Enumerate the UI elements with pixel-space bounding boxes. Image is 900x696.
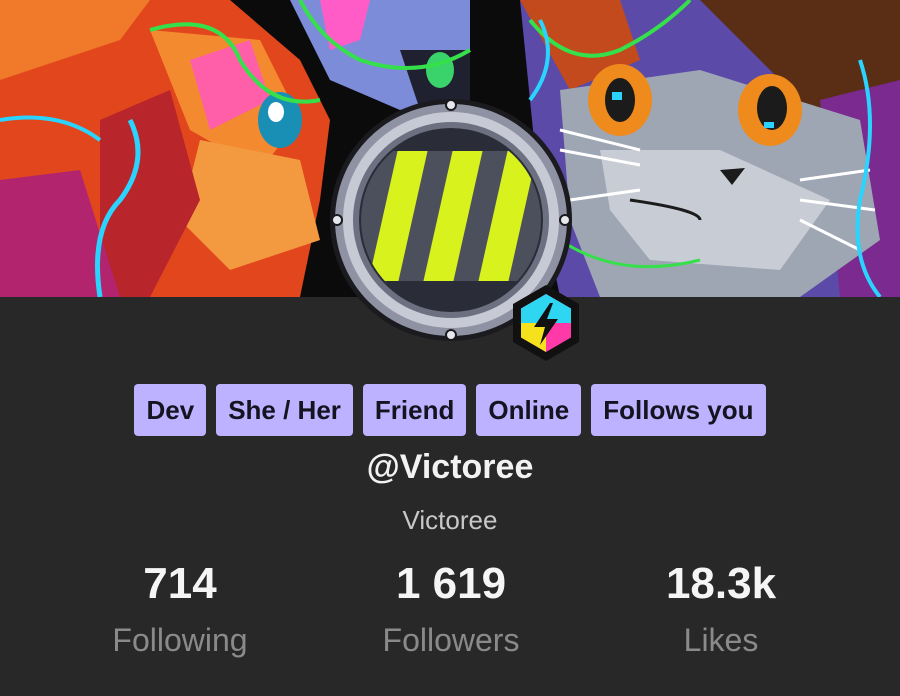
followers-label: Followers: [382, 622, 520, 658]
following-count: 714: [143, 559, 217, 608]
stat-likes[interactable]: 18.3k Likes: [571, 556, 871, 666]
tag-follows-you[interactable]: Follows you: [591, 384, 766, 436]
lightning-badge-icon[interactable]: [506, 283, 586, 363]
following-label: Following: [112, 622, 248, 658]
profile-handle: @Victoree: [366, 448, 534, 486]
followers-count: 1 619: [395, 559, 507, 608]
tag-online[interactable]: Online: [476, 384, 582, 436]
profile-display-name: Victoree: [402, 505, 498, 535]
stat-following[interactable]: 714 Following: [30, 556, 330, 666]
stat-followers[interactable]: 1 619 Followers: [301, 556, 601, 666]
likes-count: 18.3k: [665, 559, 777, 608]
tag-dev[interactable]: Dev: [134, 384, 207, 436]
likes-label: Likes: [683, 622, 759, 658]
tag-list: Dev She / Her Friend Online Follows you: [0, 384, 900, 436]
tag-friend[interactable]: Friend: [362, 384, 467, 436]
tag-pronouns[interactable]: She / Her: [216, 384, 353, 436]
